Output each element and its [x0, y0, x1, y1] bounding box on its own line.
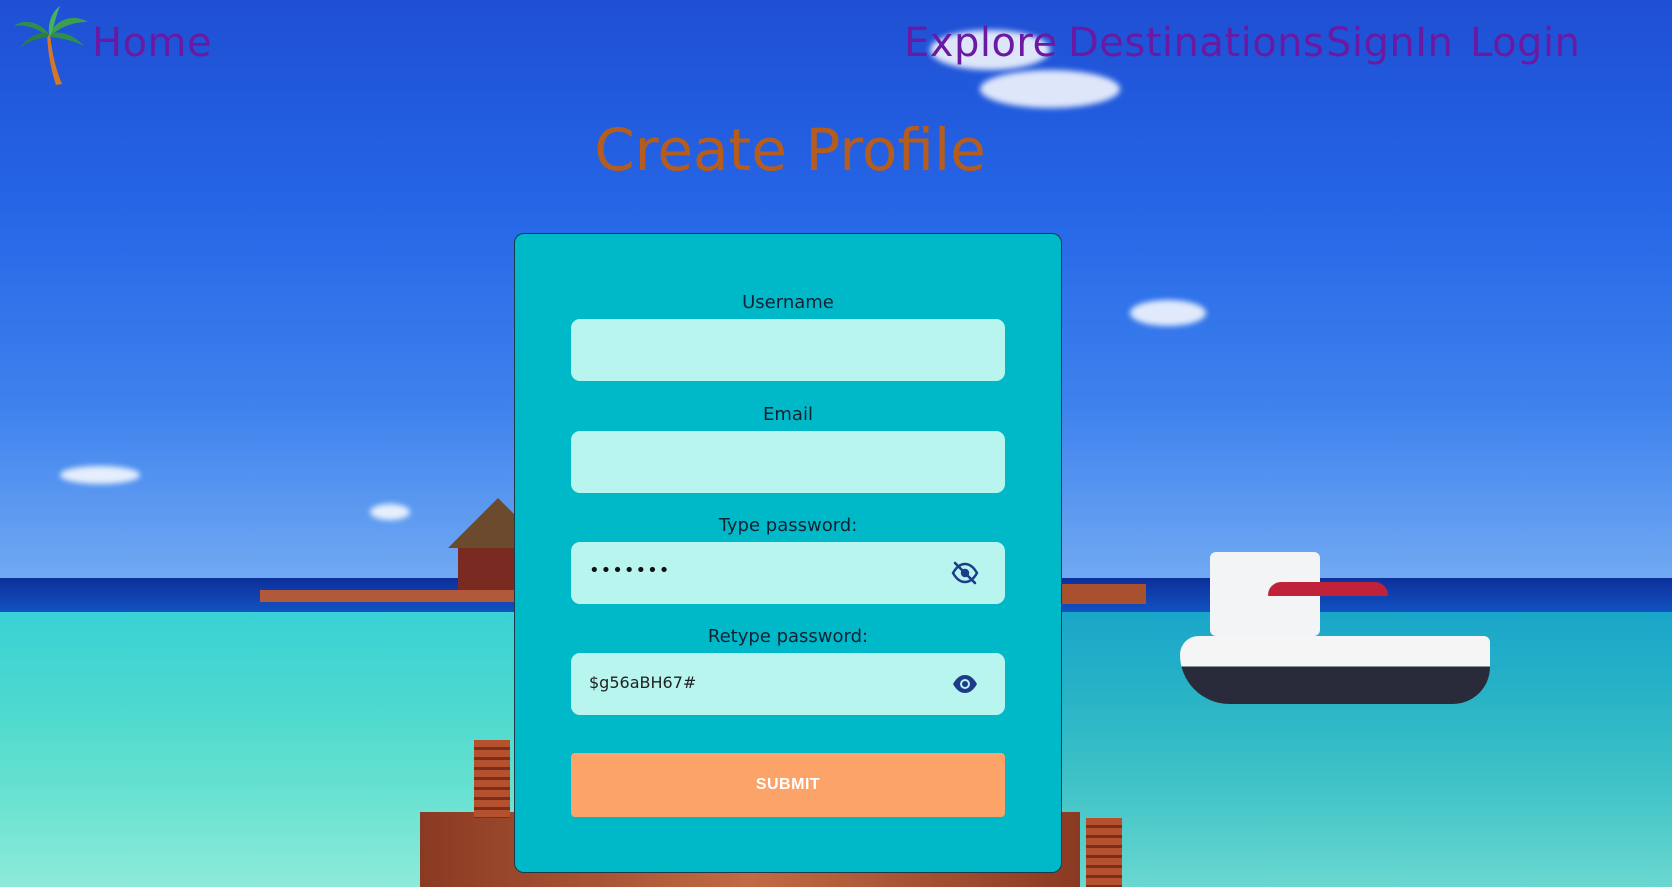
- eye-icon[interactable]: [951, 671, 979, 697]
- password-field[interactable]: •••••••: [571, 542, 1005, 604]
- retype-password-label: Retype password:: [707, 626, 869, 647]
- submit-button[interactable]: SUBMIT: [571, 753, 1005, 817]
- page-title: Create Profile: [594, 116, 986, 184]
- username-field[interactable]: [571, 319, 1005, 381]
- username-label: Username: [742, 292, 834, 313]
- username-input[interactable]: [571, 319, 1005, 381]
- password-label: Type password:: [718, 515, 858, 536]
- nav-explore-link[interactable]: Explore: [904, 20, 1058, 66]
- email-input[interactable]: [571, 431, 1005, 493]
- email-label: Email: [763, 404, 813, 425]
- password-value: •••••••: [589, 560, 671, 581]
- retype-password-field[interactable]: $g56aBH67#: [571, 653, 1005, 715]
- nav-login-link[interactable]: Login: [1470, 20, 1580, 66]
- nav-signin-link[interactable]: SignIn: [1326, 20, 1453, 66]
- email-field[interactable]: [571, 431, 1005, 493]
- nav-destinations-link[interactable]: Destinations: [1068, 20, 1324, 66]
- eye-slash-icon[interactable]: [951, 560, 979, 586]
- palm-tree-icon[interactable]: [12, 4, 90, 86]
- retype-password-value: $g56aBH67#: [589, 673, 697, 692]
- nav-home-link[interactable]: Home: [92, 20, 212, 66]
- create-profile-form: Username Email Type password: ••••••• Re…: [514, 233, 1062, 873]
